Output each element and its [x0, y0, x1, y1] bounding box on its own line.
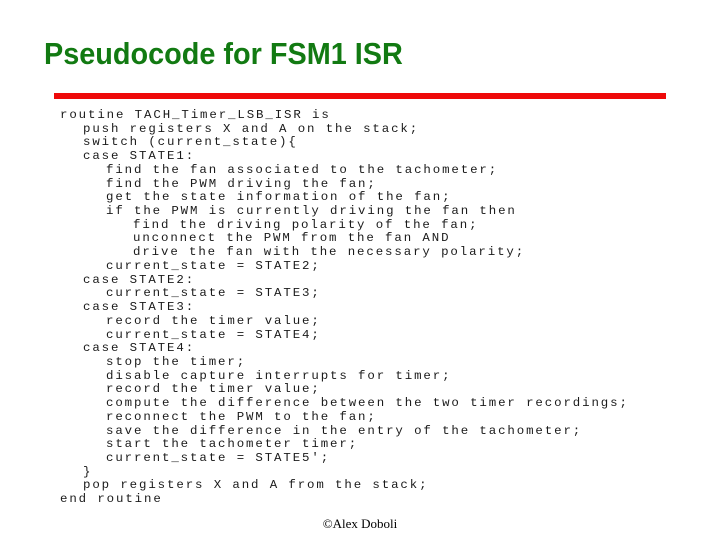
code-line: drive the fan with the necessary polarit… [133, 245, 526, 260]
code-line: if the PWM is currently driving the fan … [106, 204, 517, 219]
code-line: current_state = STATE4; [106, 327, 321, 342]
code-line: case STATE3: [83, 300, 196, 315]
code-line: end routine [60, 492, 163, 507]
code-line: } [83, 464, 93, 479]
code-line: reconnect the PWM to the fan; [106, 409, 377, 424]
code-line: find the fan associated to the tachomete… [106, 162, 499, 177]
slide-title: Pseudocode for FSM1 ISR [44, 36, 403, 71]
code-line: case STATE2: [83, 272, 196, 287]
code-line: unconnect the PWM from the fan AND [133, 231, 451, 246]
code-line: routine TACH_Timer_LSB_ISR is [60, 108, 331, 122]
code-line: case STATE4: [83, 341, 196, 356]
code-line: case STATE1: [83, 149, 196, 164]
code-line: find the driving polarity of the fan; [133, 217, 479, 232]
code-line: current_state = STATE5'; [106, 451, 331, 465]
code-line: pop registers X and A from the stack; [83, 478, 429, 493]
code-line: save the difference in the entry of the … [106, 423, 583, 438]
code-line: record the timer value; [106, 382, 321, 397]
copyright-footer: ©Alex Doboli [322, 516, 398, 531]
code-line: get the state information of the fan; [106, 190, 452, 205]
code-line: start the tachometer timer; [106, 437, 359, 452]
pseudocode-block: routine TACH_Timer_LSB_ISR is push regist… [50, 104, 670, 511]
code-line: record the timer value; [106, 313, 321, 328]
code-line: disable capture interrupts for timer; [106, 368, 452, 383]
code-line: push registers X and A on the stack; [83, 121, 420, 136]
code-line: find the PWM driving the fan; [106, 176, 377, 191]
code-line: stop the timer; [106, 354, 247, 369]
title-divider-rule [54, 93, 666, 99]
code-line: compute the difference between the two t… [106, 396, 629, 411]
code-line: switch (current_state){ [83, 135, 298, 150]
code-line: current_state = STATE2; [106, 258, 321, 273]
code-line: current_state = STATE3; [106, 286, 321, 301]
